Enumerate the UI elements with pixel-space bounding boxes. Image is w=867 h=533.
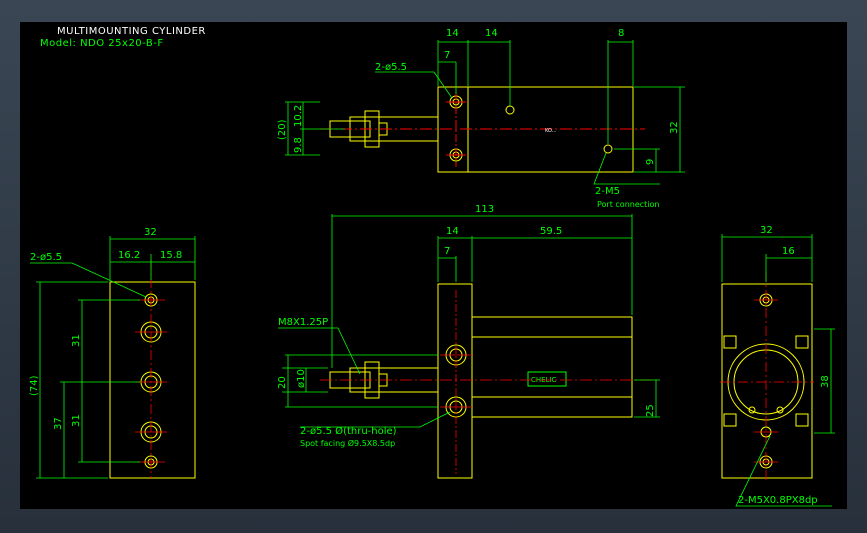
right-dim-1: 32 — [760, 225, 773, 236]
technical-drawing: KO... 14 14 8 7 2-ø5.5 2-M5 Port connect… — [29, 28, 835, 507]
left-dim-3: 15.8 — [160, 250, 182, 261]
top-dim-9: 9 — [645, 159, 656, 165]
top-body-marker: KO... — [545, 128, 557, 134]
top-dim-1: 14 — [446, 28, 459, 39]
left-dim-4: (74) — [29, 375, 40, 396]
right-dim-3: 38 — [820, 375, 831, 388]
front-dim-7: 25 — [645, 404, 656, 417]
top-dim-6: 9.8 — [293, 137, 304, 153]
left-dim-6: 31 — [71, 414, 82, 427]
top-dim-2: 14 — [485, 28, 498, 39]
left-body-outline — [109, 281, 196, 479]
front-view: CHELIC 113 14 59.5 7 M8X1.25P 2-ø5.5 Ø(t… — [277, 204, 660, 479]
left-view: 32 16.2 15.8 2-ø5.5 (74) 31 31 37 — [29, 227, 196, 479]
top-dim-7: (20) — [277, 119, 288, 140]
top-callout-port: 2-M5 — [595, 186, 620, 197]
front-body-outline — [471, 316, 633, 418]
front-dim-5: 20 — [277, 376, 288, 389]
front-callout-thread: M8X1.25P — [278, 317, 328, 328]
front-dim-3: 59.5 — [540, 226, 562, 237]
right-body-outline — [721, 283, 813, 479]
drawing-canvas[interactable]: MULTIMOUNTING CYLINDER Model: NDO 25x20-… — [20, 22, 847, 509]
left-dim-2: 16.2 — [118, 250, 140, 261]
front-dim-6: ø10 — [296, 369, 307, 388]
left-dim-7: 37 — [53, 417, 64, 430]
front-dim-1: 113 — [475, 204, 494, 215]
top-port-lower — [603, 144, 613, 154]
front-callout-spotface: Spot facing Ø9.5X8.5dp — [300, 438, 395, 448]
front-callout-hole: 2-ø5.5 Ø(thru-hole) — [300, 425, 397, 437]
top-port-upper — [505, 105, 515, 115]
front-dim-2: 14 — [446, 226, 459, 237]
top-dim-3: 8 — [618, 28, 624, 39]
top-callout-hole: 2-ø5.5 — [375, 62, 407, 73]
top-dim-4: 7 — [444, 50, 450, 61]
left-dim-5: 31 — [71, 334, 82, 347]
right-callout-thread: 2-M5X0.8PX8dp — [738, 495, 818, 506]
right-dim-2: 16 — [782, 246, 795, 257]
top-view: KO... 14 14 8 7 2-ø5.5 2-M5 Port connect… — [277, 28, 685, 209]
left-dim-1: 32 — [144, 227, 157, 238]
front-dim-4: 7 — [444, 246, 450, 257]
cad-window: MULTIMOUNTING CYLINDER Model: NDO 25x20-… — [0, 0, 867, 533]
right-view: 32 16 38 2-M5X0.8PX8dp — [720, 225, 835, 507]
left-callout-hole: 2-ø5.5 — [30, 252, 62, 263]
front-flange-outline — [437, 283, 473, 479]
top-callout-port-label: Port connection — [597, 200, 659, 209]
top-dim-8: 32 — [669, 121, 680, 134]
top-dim-5: 10.2 — [293, 105, 304, 127]
